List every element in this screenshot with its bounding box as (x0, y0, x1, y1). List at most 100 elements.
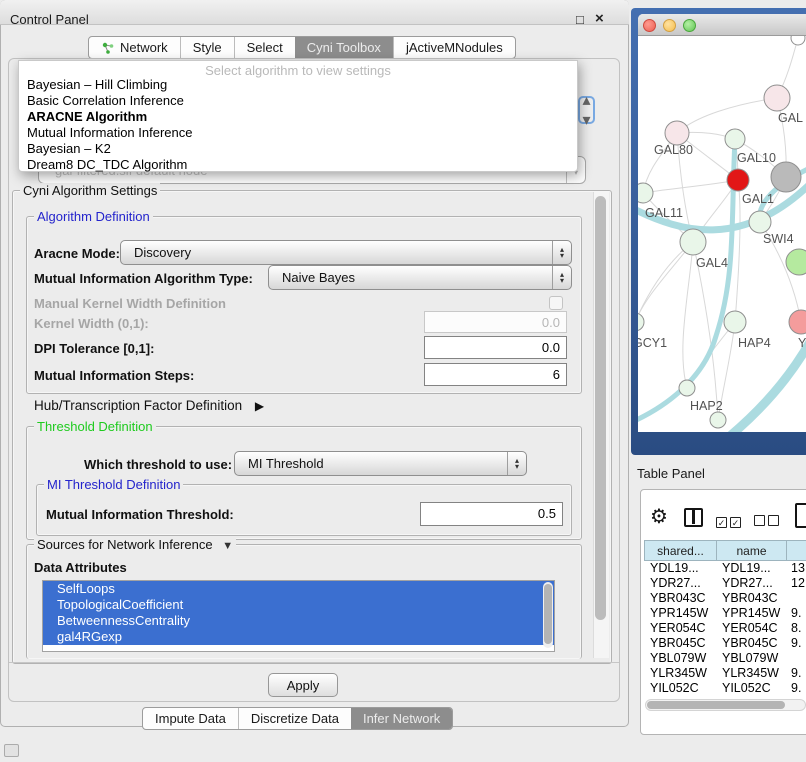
attribute-list-item[interactable]: BetweennessCentrality (43, 613, 554, 629)
network-node[interactable] (710, 412, 726, 428)
table-row[interactable]: YBR043CYBR043C (645, 591, 806, 606)
table-row[interactable]: YDR27...YDR27...12 (645, 576, 806, 591)
table-row[interactable]: YBL079WYBL079W (645, 651, 806, 666)
kernel-width-field[interactable]: 0.0 (424, 311, 567, 333)
table-cell[interactable]: YBR045C (718, 636, 789, 651)
table-cell[interactable]: YLR345W (645, 666, 718, 681)
attribute-list-item[interactable]: TopologicalCoefficient (43, 597, 554, 613)
column-layout-icon[interactable] (684, 508, 703, 527)
table-cell[interactable]: YBL079W (645, 651, 718, 666)
network-window-titlebar[interactable] (638, 14, 806, 36)
settings-scrollbar-thumb[interactable] (595, 196, 606, 620)
table-cell[interactable]: YIL052C (718, 681, 789, 692)
network-node[interactable] (786, 249, 806, 275)
table-row[interactable]: YDL19...YDL19...13 (645, 561, 806, 576)
table-cell[interactable]: YER054C (645, 621, 718, 636)
table-cell[interactable]: YDR27... (645, 576, 718, 591)
mi-threshold-field[interactable]: 0.5 (420, 502, 563, 526)
table-row[interactable]: YPR145WYPR145W9. (645, 606, 806, 621)
table-cell[interactable]: YBR043C (718, 591, 789, 606)
deselect-all-checks-icon[interactable] (754, 513, 782, 531)
table-cell[interactable]: 9. (789, 681, 806, 692)
network-node-hap4[interactable] (724, 311, 746, 333)
network-node-gal80[interactable] (665, 121, 689, 145)
sources-group-title[interactable]: Sources for Network Inference ▼ (34, 537, 236, 552)
tab-infer-network[interactable]: Infer Network (351, 708, 452, 729)
table-cell[interactable]: YPR145W (718, 606, 789, 621)
tab-jactivemnodules[interactable]: jActiveMNodules (393, 37, 515, 58)
apply-button[interactable]: Apply (268, 673, 338, 697)
algorithm-option[interactable]: Mutual Information Inference (19, 125, 577, 141)
close-traffic-light[interactable] (643, 19, 656, 32)
algorithm-option[interactable]: ARACNE Algorithm (19, 109, 577, 125)
algorithm-option[interactable]: Bayesian – Hill Climbing (19, 77, 577, 93)
table-cell[interactable]: YLR345W (718, 666, 789, 681)
manual-kernel-checkbox[interactable] (549, 296, 563, 310)
algorithm-option[interactable]: Bayesian – K2 (19, 141, 577, 157)
table-cell[interactable]: 9. (789, 666, 806, 681)
table-row[interactable]: YBR045CYBR045C9. (645, 636, 806, 651)
float-window-icon[interactable]: □ (576, 12, 584, 27)
aracne-mode-combo[interactable]: Discovery ▴▾ (120, 240, 572, 265)
tab-style[interactable]: Style (180, 37, 234, 58)
table-cell[interactable]: YBR043C (645, 591, 718, 606)
table-cell[interactable]: YDL19... (645, 561, 718, 576)
which-threshold-combo[interactable]: MI Threshold ▴▾ (234, 451, 527, 476)
select-all-checks-icon[interactable]: ✓✓ (716, 513, 744, 531)
export-table-icon[interactable] (795, 503, 806, 528)
table-hscrollbar-thumb[interactable] (647, 701, 785, 709)
network-node[interactable] (771, 162, 801, 192)
network-node-gcy1[interactable] (638, 313, 644, 331)
table-cell[interactable]: YIL052C (645, 681, 718, 692)
tab-network[interactable]: Network (89, 37, 180, 58)
network-node[interactable] (791, 36, 805, 45)
tab-impute-data[interactable]: Impute Data (143, 708, 238, 729)
column-header-shared-name[interactable]: shared... (644, 540, 717, 561)
algorithm-option[interactable]: Basic Correlation Inference (19, 93, 577, 109)
table-cell[interactable] (789, 591, 806, 606)
mi-type-combo[interactable]: Naive Bayes ▴▾ (268, 265, 572, 290)
network-node-gal1[interactable] (727, 169, 749, 191)
table-cell[interactable]: YER054C (718, 621, 789, 636)
hub-definition-expander[interactable]: Hub/Transcription Factor Definition ▶ (34, 398, 264, 413)
network-node-gal10[interactable] (725, 129, 745, 149)
table-cell[interactable]: 12 (789, 576, 806, 591)
network-node-swi4[interactable] (749, 211, 771, 233)
tab-discretize-data[interactable]: Discretize Data (238, 708, 351, 729)
table-cell[interactable]: YBR045C (645, 636, 718, 651)
tab-select[interactable]: Select (234, 37, 295, 58)
table-cell[interactable]: 9. (789, 606, 806, 621)
network-node-y[interactable] (789, 310, 806, 334)
mi-steps-field[interactable]: 6 (424, 363, 567, 386)
attribute-list-item[interactable]: SelfLoops (43, 581, 554, 597)
table-cell[interactable]: YDR27... (718, 576, 789, 591)
table-row[interactable]: YIL052CYIL052C9. (645, 681, 806, 692)
table-settings-gear-icon[interactable]: ⚙ (650, 504, 668, 529)
network-node-gal[interactable] (764, 85, 790, 111)
table-row[interactable]: YLR345WYLR345W9. (645, 666, 806, 681)
minimize-traffic-light[interactable] (663, 19, 676, 32)
attribute-list-item[interactable]: gal4RGexp (43, 629, 554, 645)
table-cell[interactable]: 13 (789, 561, 806, 576)
table-cell[interactable] (789, 651, 806, 666)
table-cell[interactable]: YBL079W (718, 651, 789, 666)
network-node-gal11[interactable] (638, 183, 653, 203)
network-canvas[interactable]: GALGAL80GAL10GAL1GAL11SWI4GAL4GCY1HAP4YH… (638, 36, 806, 432)
close-icon[interactable]: × (595, 10, 604, 27)
table-cell[interactable]: YPR145W (645, 606, 718, 621)
dpi-tolerance-field[interactable]: 0.0 (424, 336, 567, 359)
table-cell[interactable]: 9. (789, 636, 806, 651)
table-cell[interactable]: 8. (789, 621, 806, 636)
attributes-scrollbar-thumb[interactable] (544, 584, 552, 644)
collapsed-panel-icon[interactable] (4, 744, 19, 757)
table-cell[interactable]: YDL19... (718, 561, 789, 576)
column-header-name[interactable]: name (716, 540, 787, 561)
table-row[interactable]: YER054CYER054C8. (645, 621, 806, 636)
network-node-hap2[interactable] (679, 380, 695, 396)
network-node-gal4[interactable] (680, 229, 706, 255)
algorithm-option[interactable]: Dream8 DC_TDC Algorithm (19, 157, 577, 173)
tab-cyni-toolbox[interactable]: Cyni Toolbox (295, 37, 393, 58)
column-header-partial[interactable] (786, 540, 806, 561)
zoom-traffic-light[interactable] (683, 19, 696, 32)
algorithm-combo-arrows-icon[interactable]: ▴▾ (578, 96, 595, 124)
